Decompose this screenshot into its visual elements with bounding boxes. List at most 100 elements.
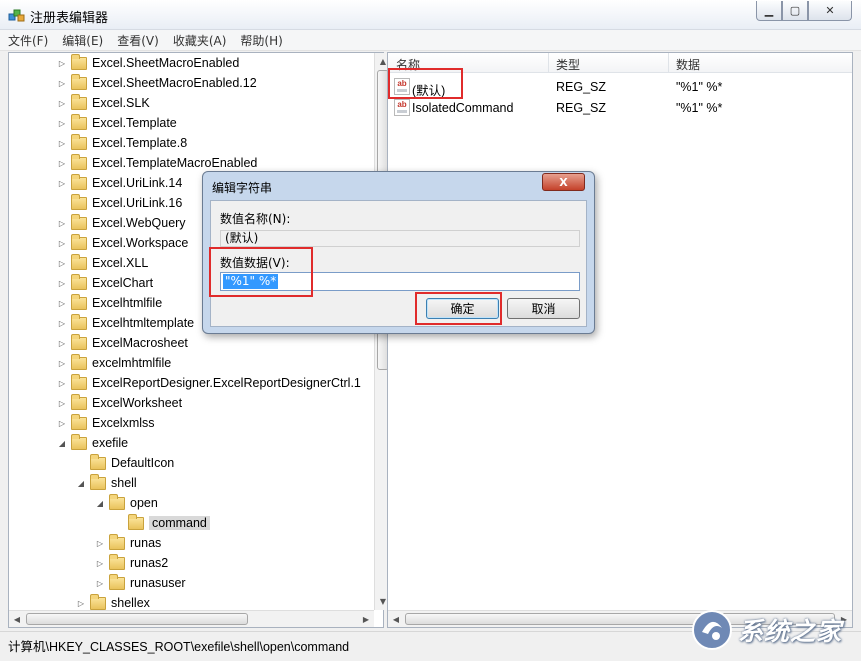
tree-item[interactable]: ▷ Excel.TemplateMacroEnabled [57,153,257,173]
status-path: 计算机\HKEY_CLASSES_ROOT\exefile\shell\open… [8,640,350,654]
tree-item[interactable]: ▷ runas2 [95,553,168,573]
tree-item[interactable]: ▷ Excel.UriLink.14 [57,173,182,193]
tree-item-label: runas2 [130,556,169,570]
tree-item-label: ExcelMacrosheet [92,336,188,350]
expand-arrow-icon[interactable]: ▷ [57,218,67,228]
tree-item[interactable]: ▷ runasuser [95,573,186,593]
tree-item[interactable]: ▷ Excelxmlss [57,413,155,433]
expand-arrow-icon[interactable]: ▷ [57,138,67,148]
expand-arrow-icon[interactable]: ▷ [57,338,67,348]
tree-item[interactable]: ▷ runas [95,533,161,553]
folder-icon [90,473,106,490]
expand-arrow-icon[interactable]: ▷ [57,278,67,288]
menu-file[interactable]: 文件(F) [8,32,48,49]
tree-item[interactable]: command [114,513,210,533]
folder-icon [90,453,106,470]
expand-arrow-icon[interactable]: ▷ [57,158,67,168]
tree-horizontal-thumb[interactable] [26,613,248,625]
tree-item-label: runasuser [130,576,186,590]
tree-item[interactable]: ▷ Excel.WebQuery [57,213,186,233]
menu-view[interactable]: 查看(V) [117,32,159,49]
scroll-left-icon[interactable]: ◀ [9,611,25,627]
folder-icon [71,373,87,390]
annotation-box-default-value [388,68,463,99]
collapse-arrow-icon[interactable]: ◢ [76,478,86,488]
collapse-arrow-icon[interactable]: ◢ [95,498,105,508]
column-header-data[interactable]: 数据 [676,56,700,73]
tree-item-label: command [149,516,210,530]
expand-arrow-icon[interactable]: ▷ [57,318,67,328]
tree-item[interactable]: ▷ excelmhtmlfile [57,353,171,373]
tree-item[interactable]: ◢ exefile [57,433,128,453]
tree-item-label: Excel.Template [92,116,177,130]
close-window-button[interactable]: ✕ [808,1,852,21]
folder-icon [71,213,87,230]
expand-arrow-icon[interactable]: ▷ [57,258,67,268]
expand-arrow-icon[interactable]: ▷ [57,78,67,88]
expand-arrow-icon[interactable]: ▷ [57,118,67,128]
folder-icon [71,393,87,410]
tree-item[interactable]: ▷ ExcelWorksheet [57,393,182,413]
scroll-left-icon[interactable]: ◀ [388,611,404,627]
tree-item-label: Excel.UriLink.14 [92,176,183,190]
value-name-field: (默认) [220,230,580,247]
tree-item[interactable]: ▷ ExcelMacrosheet [57,333,188,353]
scroll-right-icon[interactable]: ▶ [358,611,374,627]
expand-arrow-icon[interactable]: ▷ [57,238,67,248]
folder-icon [71,273,87,290]
tree-item-label: ExcelReportDesigner.ExcelReportDesignerC… [92,376,361,390]
registry-tree[interactable]: ▷ Excel.SheetMacroEnabled ▷ Excel.SheetMacr… [8,52,390,628]
tree-item-label: Excel.SLK [92,96,150,110]
tree-item-label: Excel.SheetMacroEnabled.12 [92,76,257,90]
menu-favorites[interactable]: 收藏夹(A) [173,32,227,49]
values-list[interactable]: 名称 类型 数据 ab (默认) REG_SZ "%1" %* ab Isola… [387,52,853,628]
folder-icon [71,313,87,330]
tree-item[interactable]: ▷ Excel.Template [57,113,177,133]
minimize-button[interactable]: ▁ [756,1,782,21]
tree-item[interactable]: ◢ shell [76,473,137,493]
expand-arrow-icon[interactable]: ▷ [57,178,67,188]
tree-item[interactable]: ▷ Excel.SheetMacroEnabled.12 [57,73,257,93]
menu-help[interactable]: 帮助(H) [240,32,282,49]
list-row[interactable]: ab IsolatedCommand REG_SZ "%1" %* [388,98,852,119]
tree-item[interactable]: ◢ open [95,493,158,513]
tree-item[interactable]: ▷ Excel.Template.8 [57,133,187,153]
collapse-arrow-icon[interactable]: ◢ [57,438,67,448]
value-data: "%1" %* [676,101,723,115]
menu-edit[interactable]: 编辑(E) [62,32,103,49]
folder-icon [109,553,125,570]
folder-icon [71,413,87,430]
folder-icon [90,593,106,610]
tree-item[interactable]: Excel.UriLink.16 [57,193,182,213]
tree-item[interactable]: ▷ Excel.SheetMacroEnabled [57,53,239,73]
tree-item[interactable]: ▷ Excel.XLL [57,253,148,273]
annotation-box-value-data [209,247,313,297]
expand-arrow-icon[interactable]: ▷ [57,418,67,428]
tree-item-label: ExcelChart [92,276,154,290]
tree-item[interactable]: ▷ ExcelChart [57,273,153,293]
expand-arrow-icon[interactable]: ▷ [57,378,67,388]
expand-arrow-icon[interactable]: ▷ [57,98,67,108]
tree-item[interactable]: ▷ Excel.Workspace [57,233,188,253]
expand-arrow-icon[interactable]: ▷ [76,598,86,608]
tree-item[interactable]: ▷ Excelhtmltemplate [57,313,194,333]
tree-horizontal-scrollbar[interactable]: ◀ ▶ [9,610,374,627]
dialog-close-button[interactable]: X [542,173,585,191]
maximize-button[interactable]: ▢ [782,1,808,21]
tree-item[interactable]: ▷ Excelhtmlfile [57,293,162,313]
expand-arrow-icon[interactable]: ▷ [57,58,67,68]
folder-icon [71,93,87,110]
column-header-type[interactable]: 类型 [556,56,580,73]
expand-arrow-icon[interactable]: ▷ [95,538,105,548]
value-type: REG_SZ [556,101,607,115]
cancel-button[interactable]: 取消 [507,298,580,319]
expand-arrow-icon[interactable]: ▷ [95,578,105,588]
tree-item[interactable]: ▷ Excel.SLK [57,93,150,113]
expand-arrow-icon[interactable]: ▷ [95,558,105,568]
expand-arrow-icon[interactable]: ▷ [57,358,67,368]
expand-arrow-icon[interactable]: ▷ [57,298,67,308]
tree-item[interactable]: DefaultIcon [76,453,174,473]
tree-item-label: Excel.XLL [92,256,149,270]
tree-item[interactable]: ▷ ExcelReportDesigner.ExcelReportDesigner… [57,373,361,393]
expand-arrow-icon[interactable]: ▷ [57,398,67,408]
